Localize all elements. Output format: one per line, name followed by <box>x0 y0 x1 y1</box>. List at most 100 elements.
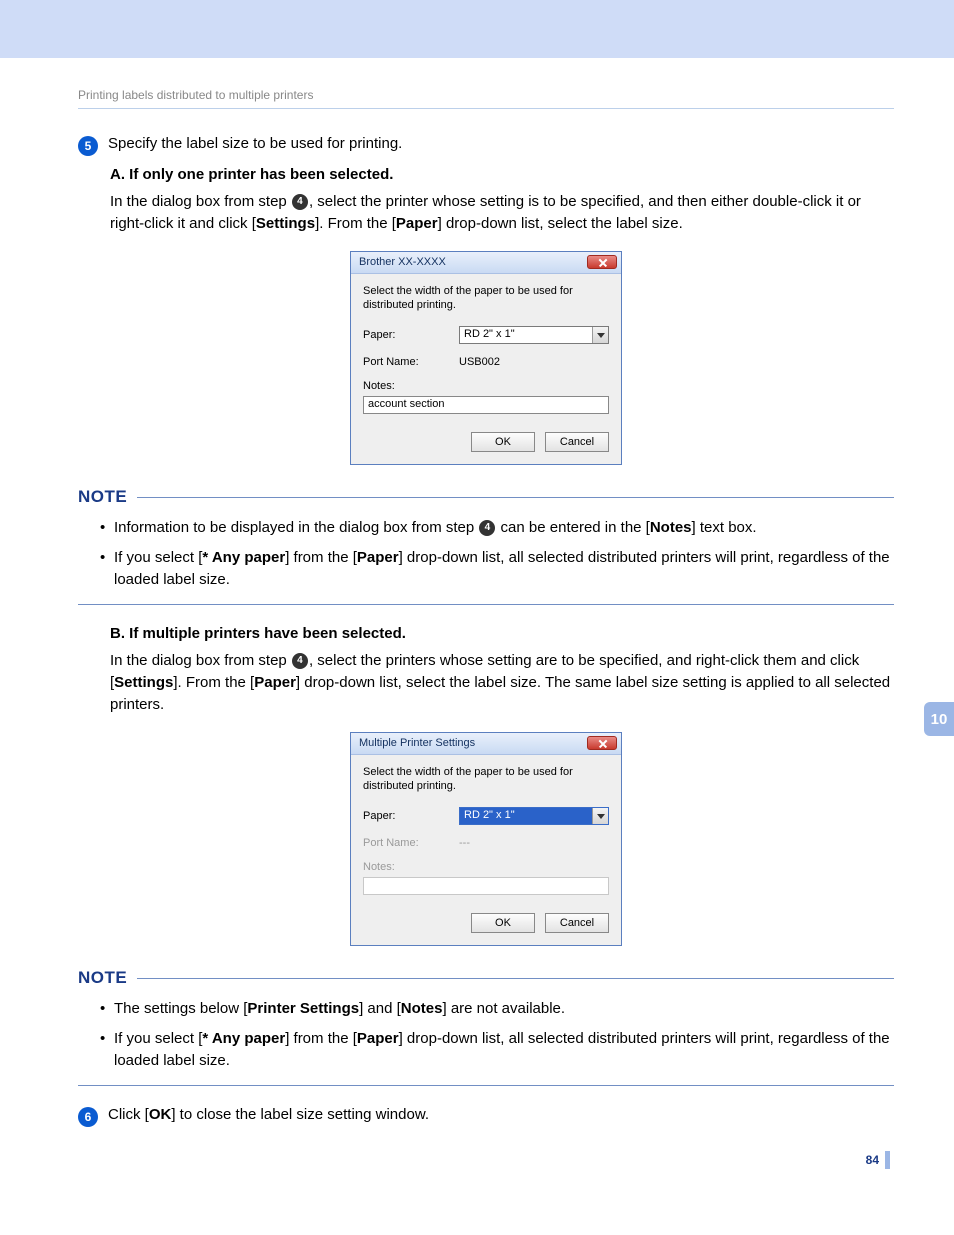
paper-dropdown-value: RD 2" x 1" <box>460 808 592 824</box>
note-2-list: The settings below [Printer Settings] an… <box>100 998 894 1071</box>
paper-label: Paper <box>254 674 296 691</box>
paper-label: Paper <box>396 215 438 232</box>
step-6: 6 Click [OK] to close the label size set… <box>78 1106 894 1127</box>
chevron-down-icon[interactable] <box>592 327 608 343</box>
notes-field-label: Notes: <box>363 380 609 392</box>
note-1-item-2: If you select [* Any paper] from the [Pa… <box>100 547 894 591</box>
text: ]. From the [ <box>315 215 396 232</box>
text: The settings below [ <box>114 1000 247 1017</box>
dialog-buttons: OK Cancel <box>363 913 609 933</box>
note-label: NOTE <box>78 968 127 988</box>
dialog-multiple: Multiple Printer Settings Select the wid… <box>350 732 622 947</box>
paper-dropdown[interactable]: RD 2" x 1" <box>459 807 609 825</box>
close-icon[interactable] <box>587 255 617 269</box>
text: can be entered in the [ <box>496 519 649 536</box>
text: ] and [ <box>359 1000 401 1017</box>
notes-label: Notes <box>401 1000 443 1017</box>
note-2-header: NOTE <box>78 968 894 988</box>
dialog-brother: Brother XX-XXXX Select the width of the … <box>350 251 622 466</box>
section-b-para: In the dialog box from step 4, select th… <box>110 650 894 715</box>
text: In the dialog box from step <box>110 193 291 210</box>
paper-label: Paper <box>357 549 399 566</box>
ok-button[interactable]: OK <box>471 432 535 452</box>
dialog-body: Select the width of the paper to be used… <box>351 274 621 465</box>
step-ref-4-icon: 4 <box>479 520 495 536</box>
text: In the dialog box from step <box>110 652 291 669</box>
any-paper-label: * Any paper <box>202 1030 285 1047</box>
text: ] drop-down list, select the label size. <box>438 215 683 232</box>
text: ] from the [ <box>285 549 357 566</box>
chapter-tab: 10 <box>924 702 954 736</box>
step-6-text: Click [OK] to close the label size setti… <box>108 1106 894 1123</box>
ok-label: OK <box>149 1106 172 1123</box>
paper-label: Paper <box>357 1030 399 1047</box>
step-ref-4-icon: 4 <box>292 194 308 210</box>
section-a-heading: A. If only one printer has been selected… <box>110 166 894 183</box>
paper-dropdown-value: RD 2" x 1" <box>460 327 592 343</box>
section-b-heading: B. If multiple printers have been select… <box>110 625 894 642</box>
page-body: Printing labels distributed to multiple … <box>0 58 954 1209</box>
note-1-end-rule <box>78 604 894 605</box>
text: ] from the [ <box>285 1030 357 1047</box>
dialog-title-text: Multiple Printer Settings <box>359 737 475 749</box>
note-rule-line <box>137 978 894 979</box>
dialog-1-wrap: Brother XX-XXXX Select the width of the … <box>78 251 894 466</box>
text: ] to close the label size setting window… <box>171 1106 429 1123</box>
port-row: Port Name: USB002 <box>363 356 609 368</box>
dialog-2-wrap: Multiple Printer Settings Select the wid… <box>78 732 894 947</box>
cancel-button[interactable]: Cancel <box>545 432 609 452</box>
cancel-button[interactable]: Cancel <box>545 913 609 933</box>
dialog-buttons: OK Cancel <box>363 432 609 452</box>
text: If you select [ <box>114 1030 202 1047</box>
port-value: --- <box>459 837 609 849</box>
paper-dropdown[interactable]: RD 2" x 1" <box>459 326 609 344</box>
step-5-badge: 5 <box>78 136 98 156</box>
ok-button[interactable]: OK <box>471 913 535 933</box>
dialog-instruction: Select the width of the paper to be used… <box>363 765 609 794</box>
text: ]. From the [ <box>173 674 254 691</box>
text: ] are not available. <box>442 1000 565 1017</box>
page-number: 84 <box>78 1151 894 1169</box>
step-5: 5 Specify the label size to be used for … <box>78 135 894 156</box>
chevron-down-icon[interactable] <box>592 808 608 824</box>
note-1-list: Information to be displayed in the dialo… <box>100 517 894 590</box>
note-1-header: NOTE <box>78 487 894 507</box>
dialog-title-text: Brother XX-XXXX <box>359 256 446 268</box>
dialog-titlebar: Multiple Printer Settings <box>351 733 621 755</box>
notes-input[interactable]: account section <box>363 396 609 414</box>
note-label: NOTE <box>78 487 127 507</box>
dialog-titlebar: Brother XX-XXXX <box>351 252 621 274</box>
text: If you select [ <box>114 549 202 566</box>
step-ref-4-icon: 4 <box>292 653 308 669</box>
text: Information to be displayed in the dialo… <box>114 519 478 536</box>
notes-field-label: Notes: <box>363 861 459 873</box>
page-number-value: 84 <box>866 1153 879 1167</box>
port-field-label: Port Name: <box>363 837 459 849</box>
paper-row: Paper: RD 2" x 1" <box>363 326 609 344</box>
step-6-badge: 6 <box>78 1107 98 1127</box>
note-2-end-rule <box>78 1085 894 1086</box>
dialog-instruction: Select the width of the paper to be used… <box>363 284 609 313</box>
text: Click [ <box>108 1106 149 1123</box>
section-a-para: In the dialog box from step 4, select th… <box>110 191 894 235</box>
paper-field-label: Paper: <box>363 329 459 341</box>
any-paper-label: * Any paper <box>202 549 285 566</box>
port-field-label: Port Name: <box>363 356 459 368</box>
header-band <box>0 0 954 58</box>
paper-row: Paper: RD 2" x 1" <box>363 807 609 825</box>
header-rule <box>78 108 894 109</box>
note-1-item-1: Information to be displayed in the dialo… <box>100 517 894 539</box>
notes-label: Notes <box>650 519 692 536</box>
port-value: USB002 <box>459 356 609 368</box>
running-header: Printing labels distributed to multiple … <box>78 88 894 102</box>
note-2-item-1: The settings below [Printer Settings] an… <box>100 998 894 1020</box>
port-row: Port Name: --- <box>363 837 609 849</box>
step-5-text: Specify the label size to be used for pr… <box>108 135 894 152</box>
note-rule-line <box>137 497 894 498</box>
close-icon[interactable] <box>587 736 617 750</box>
settings-label: Settings <box>256 215 315 232</box>
page-number-bar <box>885 1151 890 1169</box>
note-2-item-2: If you select [* Any paper] from the [Pa… <box>100 1028 894 1072</box>
text: ] text box. <box>692 519 757 536</box>
printer-settings-label: Printer Settings <box>247 1000 359 1017</box>
